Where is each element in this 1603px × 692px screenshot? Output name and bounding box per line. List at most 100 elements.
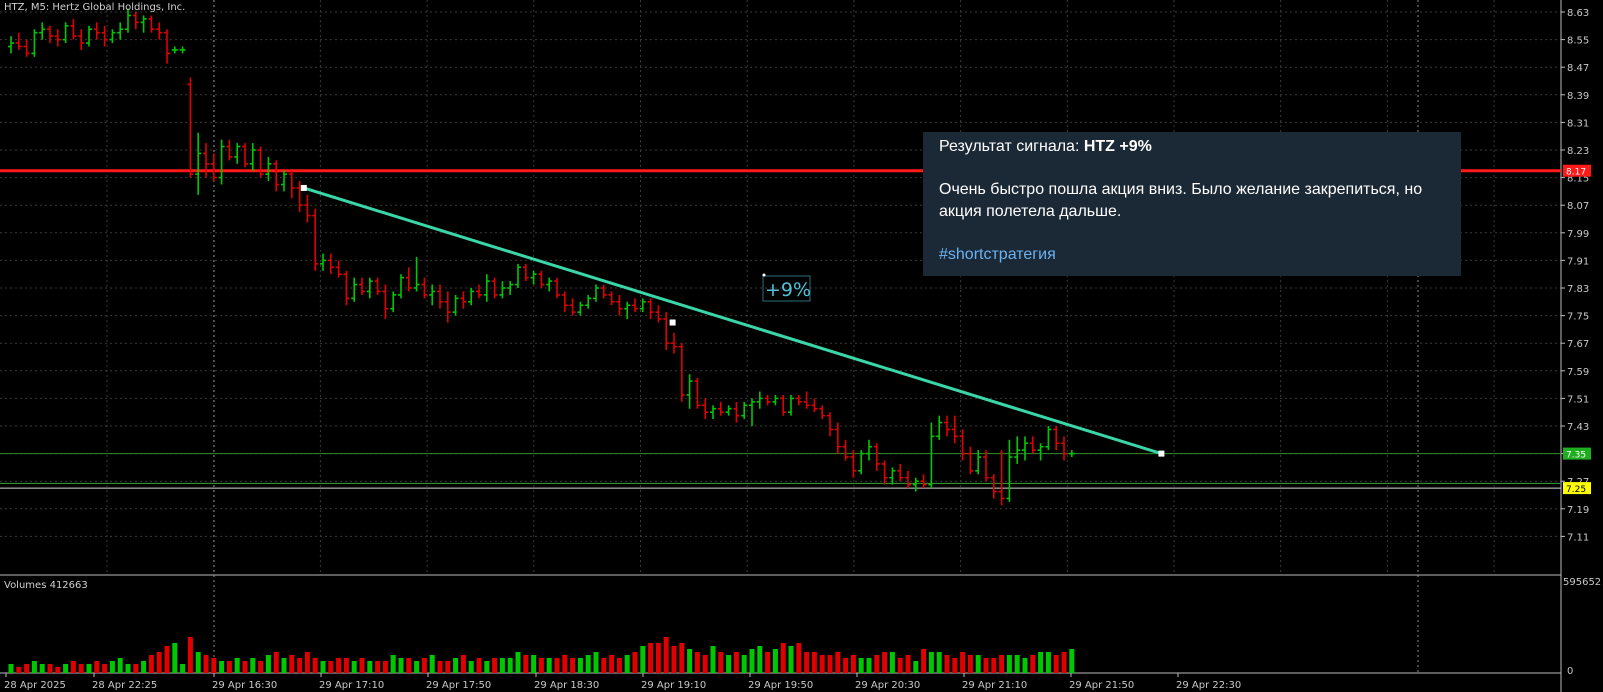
popup-title-prefix: Результат сигнала: — [939, 138, 1084, 155]
volume-bar — [585, 655, 591, 673]
price-tick-label: 8.47 — [1567, 63, 1589, 74]
volume-zero-label: 0 — [1567, 666, 1573, 677]
volume-bar — [1045, 652, 1051, 673]
popup-title-bold: HTZ +9% — [1083, 138, 1152, 155]
volume-bar — [1038, 652, 1044, 673]
volume-bar — [897, 658, 903, 673]
volume-bar — [811, 652, 817, 673]
volume-bar — [297, 658, 303, 673]
yellow-level-tag: 7.25 — [1563, 482, 1591, 495]
volume-bar — [858, 658, 864, 673]
price-tick-label: 8.39 — [1567, 91, 1589, 102]
time-tick-label: 28 Apr 2025 — [4, 680, 66, 691]
volume-bar — [281, 658, 287, 673]
volume-bar — [850, 655, 856, 673]
volume-bar — [523, 655, 529, 673]
time-tick-label: 29 Apr 16:30 — [212, 680, 277, 691]
volume-bar — [570, 658, 576, 673]
volume-bar — [359, 658, 365, 673]
profit-annotation-label: +9% — [765, 279, 811, 301]
volume-bar — [102, 664, 108, 673]
volume-bar — [195, 652, 201, 673]
volume-bar — [632, 652, 638, 673]
volume-bar — [211, 658, 217, 673]
volume-bar — [788, 646, 794, 673]
price-tick-label: 7.75 — [1567, 312, 1589, 323]
volume-bar — [928, 652, 934, 673]
volume-bar — [336, 658, 342, 673]
volume-bar — [1014, 655, 1020, 673]
price-tick-label: 8.63 — [1567, 8, 1589, 19]
popup-hashtag[interactable]: #shortстратегия — [939, 244, 1445, 266]
volume-bar — [866, 658, 872, 673]
volume-bar — [421, 658, 427, 673]
price-tick-label: 8.07 — [1567, 201, 1589, 212]
volume-bar — [390, 655, 396, 673]
volume-bar — [398, 658, 404, 673]
price-tick-label: 7.51 — [1567, 394, 1589, 405]
volume-bar — [203, 655, 209, 673]
volume-bar — [242, 661, 248, 673]
volume-bar — [601, 658, 607, 673]
time-tick-label: 29 Apr 18:30 — [534, 680, 599, 691]
green-level-tag-label: 7.35 — [1566, 451, 1586, 461]
price-tick-label: 7.83 — [1567, 284, 1589, 295]
volume-bar — [554, 658, 560, 673]
volume-bar — [492, 658, 498, 673]
volume-bar — [765, 652, 771, 673]
volume-bar — [772, 649, 778, 673]
volume-bar — [983, 658, 989, 673]
price-tick-label: 7.43 — [1567, 422, 1589, 433]
volume-bar — [86, 664, 92, 673]
time-tick-label: 29 Apr 21:10 — [962, 680, 1027, 691]
volume-bar — [648, 643, 654, 673]
volume-bar — [1022, 658, 1028, 673]
volume-bar — [156, 652, 162, 673]
chart-background — [0, 0, 1603, 692]
price-tick-label: 7.91 — [1567, 256, 1589, 267]
volume-bar — [172, 643, 178, 673]
volume-bar — [749, 649, 755, 673]
volume-bar — [889, 652, 895, 673]
volume-bar — [445, 661, 451, 673]
volume-bar — [16, 667, 22, 673]
yellow-level-tag-label: 7.25 — [1566, 485, 1586, 495]
time-tick-label: 29 Apr 22:30 — [1176, 680, 1241, 691]
volume-bar — [718, 652, 724, 673]
volume-bar — [226, 661, 232, 673]
time-tick-label: 29 Apr 20:30 — [855, 680, 920, 691]
volume-bar — [913, 661, 919, 673]
price-tick-label: 7.67 — [1567, 339, 1589, 350]
volume-bar — [141, 661, 147, 673]
volume-bar — [640, 646, 646, 673]
volume-bar — [180, 664, 186, 673]
volume-bar — [289, 655, 295, 673]
volume-bar — [133, 664, 139, 673]
volume-bar — [367, 661, 373, 673]
volumes-label: Volumes 412663 — [4, 580, 88, 591]
volume-bar — [507, 658, 513, 673]
volume-bar — [250, 658, 256, 673]
volume-bar — [484, 661, 490, 673]
volume-bar — [991, 658, 997, 673]
chart-canvas[interactable]: 8.638.558.478.398.318.238.158.077.997.91… — [0, 0, 1603, 692]
volume-bar — [546, 658, 552, 673]
volume-bar — [733, 652, 739, 673]
volume-bar — [258, 661, 264, 673]
volume-bar — [1053, 655, 1059, 673]
popup-body: Очень быстро пошла акция вниз. Было жела… — [939, 181, 1423, 220]
price-tick-label: 7.11 — [1567, 532, 1589, 543]
volume-bar — [55, 667, 61, 673]
price-tick-label: 7.19 — [1567, 505, 1589, 516]
volume-bar — [304, 652, 310, 673]
volume-bar — [47, 664, 53, 673]
time-tick-label: 29 Apr 19:10 — [641, 680, 706, 691]
volume-bar — [429, 655, 435, 673]
volume-bar — [960, 652, 966, 673]
volume-bar — [499, 658, 505, 673]
red-level-tag-label: 8.17 — [1566, 168, 1586, 178]
volume-bar — [109, 661, 115, 673]
volume-bar — [741, 655, 747, 673]
volume-bar — [882, 652, 888, 673]
volume-bar — [726, 655, 732, 673]
